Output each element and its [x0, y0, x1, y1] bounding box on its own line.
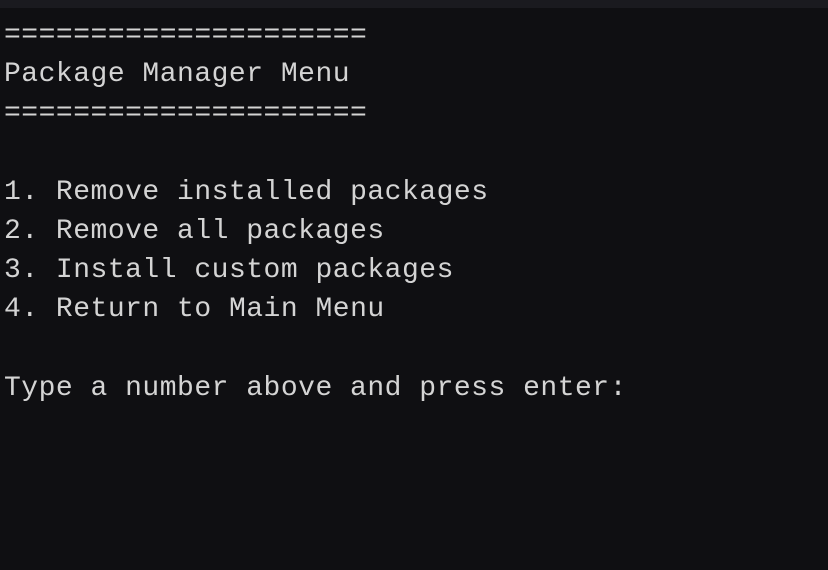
separator-top: =====================	[4, 16, 824, 55]
blank-line	[4, 330, 824, 369]
menu-item-4: 4. Return to Main Menu	[4, 290, 824, 329]
input-prompt[interactable]: Type a number above and press enter:	[4, 369, 824, 408]
menu-title: Package Manager Menu	[4, 55, 824, 94]
menu-item-2: 2. Remove all packages	[4, 212, 824, 251]
blank-line	[4, 134, 824, 173]
terminal-output: ===================== Package Manager Me…	[4, 16, 824, 408]
separator-bottom: =====================	[4, 94, 824, 133]
menu-item-1: 1. Remove installed packages	[4, 173, 824, 212]
menu-item-3: 3. Install custom packages	[4, 251, 824, 290]
title-bar	[0, 0, 828, 8]
